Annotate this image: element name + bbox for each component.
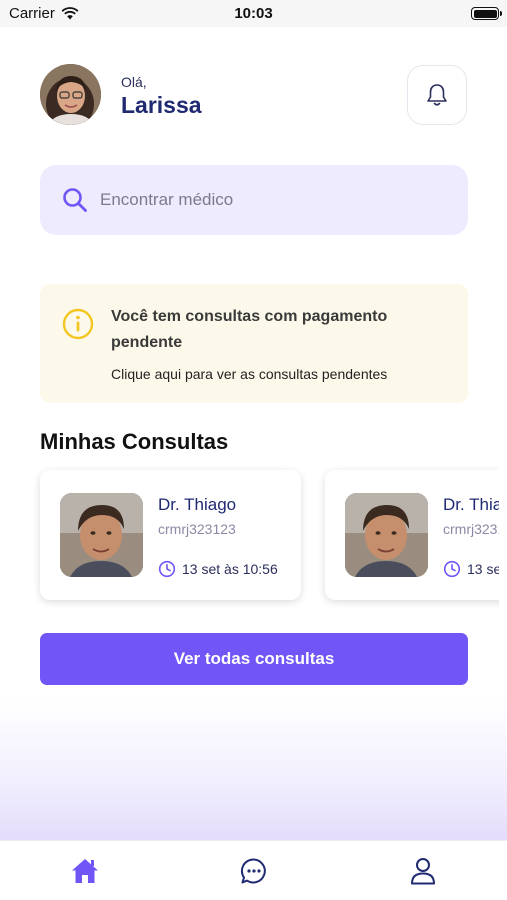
search-input[interactable]: [100, 190, 420, 210]
notifications-button[interactable]: [407, 65, 467, 125]
doctor-crm: crmrj323123: [443, 521, 499, 537]
nav-home[interactable]: [65, 851, 105, 891]
alert-title: Você tem consultas com pagamento pendent…: [111, 308, 388, 351]
search-icon: [63, 188, 87, 212]
carrier-label: Carrier: [9, 5, 55, 22]
status-bar: Carrier 10:03: [0, 0, 507, 27]
search-bar[interactable]: [40, 165, 468, 235]
clock-icon: [443, 560, 461, 578]
nav-chat[interactable]: [234, 851, 274, 891]
background-gradient: [0, 700, 507, 840]
home-icon: [72, 859, 98, 883]
doctor-photo: [345, 493, 428, 577]
doctor-name: Dr. Thiago: [443, 495, 499, 514]
appointment-card[interactable]: Dr. Thiago crmrj323123 13 set às 10:56: [325, 470, 499, 600]
user-avatar[interactable]: [40, 64, 101, 125]
appointment-datetime: 13 set às 10:56: [467, 561, 499, 577]
appointment-card[interactable]: Dr. Thiago crmrj323123 13 set às 10:56: [40, 470, 301, 600]
nav-profile[interactable]: [403, 851, 443, 891]
doctor-crm: crmrj323123: [158, 521, 236, 537]
greeting-label: Olá,: [121, 74, 147, 90]
chat-icon: [240, 858, 266, 884]
battery-icon: [471, 7, 502, 20]
alert-subtitle[interactable]: Clique aqui para ver as consultas penden…: [111, 366, 387, 382]
appointments-section-title: Minhas Consultas: [40, 429, 229, 454]
bottom-nav: [0, 840, 507, 900]
pending-payment-alert[interactable]: Você tem consultas com pagamento pendent…: [40, 284, 468, 403]
profile-icon: [411, 858, 435, 885]
appointments-carousel[interactable]: Dr. Thiago crmrj323123 13 set às 10:56 D…: [0, 462, 499, 612]
bell-icon: [427, 84, 447, 106]
clock-icon: [158, 560, 176, 578]
info-icon: [62, 308, 94, 340]
doctor-photo: [60, 493, 143, 577]
view-all-appointments-button[interactable]: Ver todas consultas: [40, 633, 468, 685]
wifi-icon: [61, 7, 79, 20]
doctor-name: Dr. Thiago: [158, 495, 237, 514]
user-name: Larissa: [121, 92, 202, 118]
appointment-datetime: 13 set às 10:56: [182, 561, 278, 577]
